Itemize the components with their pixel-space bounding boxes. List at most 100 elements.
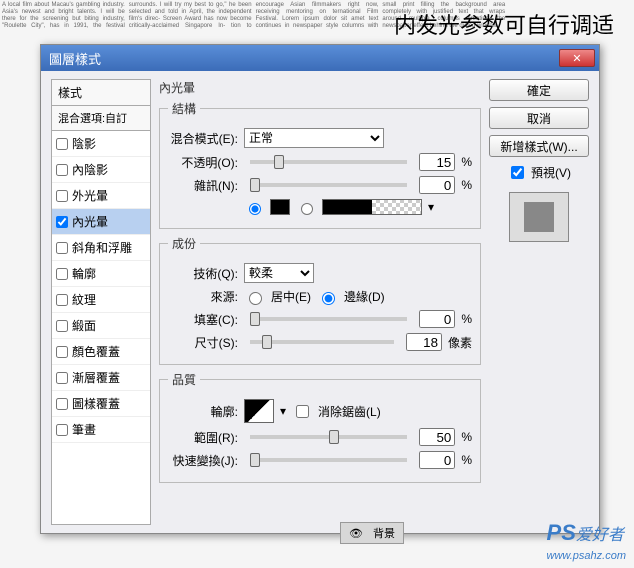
opacity-slider[interactable] (250, 160, 407, 164)
elements-legend: 成份 (168, 235, 200, 252)
style-checkbox[interactable] (56, 164, 68, 176)
color-swatch[interactable] (270, 199, 290, 215)
blend-options-header[interactable]: 混合選項:自訂 (51, 106, 151, 131)
layers-bar: 👁 背景 (340, 522, 404, 544)
pct-label: % (461, 155, 472, 169)
size-input[interactable] (406, 333, 442, 351)
color-radio[interactable] (249, 203, 261, 215)
blend-mode-select[interactable]: 正常 (244, 128, 384, 148)
size-label: 尺寸(S): (168, 334, 238, 351)
style-checkbox[interactable] (56, 242, 68, 254)
style-item-4[interactable]: 斜角和浮雕 (52, 235, 150, 261)
close-button[interactable]: ✕ (559, 49, 595, 67)
style-item-8[interactable]: 顏色覆蓋 (52, 339, 150, 365)
contour-label: 輪廓: (168, 403, 238, 420)
noise-label: 雜訊(N): (168, 177, 238, 194)
style-label: 斜角和浮雕 (72, 239, 132, 256)
style-list-panel: 樣式 混合選項:自訂 陰影內陰影外光暈內光暈斜角和浮雕輪廓紋理緞面顏色覆蓋漸層覆… (51, 79, 151, 525)
px-label: 像素 (448, 334, 472, 351)
structure-group: 結構 混合模式(E): 正常 不透明(O): % 雜訊(N): (159, 100, 481, 229)
action-panel: 確定 取消 新增樣式(W)... 預視(V) (489, 79, 589, 525)
style-checkbox[interactable] (56, 190, 68, 202)
technique-select[interactable]: 較柔 (244, 263, 314, 283)
contour-picker[interactable] (244, 399, 274, 423)
styles-header[interactable]: 樣式 (51, 79, 151, 106)
choke-label: 填塞(C): (168, 311, 238, 328)
dialog-title: 圖層樣式 (49, 49, 101, 68)
style-label: 輪廓 (72, 265, 96, 282)
style-item-10[interactable]: 圖樣覆蓋 (52, 391, 150, 417)
antialias-label: 消除鋸齒(L) (318, 403, 381, 420)
style-checkbox[interactable] (56, 346, 68, 358)
style-item-7[interactable]: 緞面 (52, 313, 150, 339)
range-slider[interactable] (250, 435, 407, 439)
new-style-button[interactable]: 新增樣式(W)... (489, 135, 589, 157)
source-center-label: 居中(E) (271, 288, 311, 305)
style-checkbox[interactable] (56, 138, 68, 150)
style-checkbox[interactable] (56, 268, 68, 280)
preview-label: 預視(V) (531, 164, 571, 181)
style-label: 圖樣覆蓋 (72, 395, 120, 412)
eye-icon[interactable]: 👁 (349, 527, 363, 540)
gradient-radio[interactable] (301, 203, 313, 215)
layer-name[interactable]: 背景 (373, 525, 395, 541)
style-label: 緞面 (72, 317, 96, 334)
range-label: 範圍(R): (168, 429, 238, 446)
watermark: PS爱好者 www.psahz.com (547, 520, 626, 564)
size-slider[interactable] (250, 340, 394, 344)
style-checkbox[interactable] (56, 398, 68, 410)
jitter-slider[interactable] (250, 458, 407, 462)
style-checkbox[interactable] (56, 216, 68, 228)
opacity-input[interactable] (419, 153, 455, 171)
hint-text: 内发光参数可自行调适 (394, 8, 614, 40)
style-item-9[interactable]: 漸層覆蓋 (52, 365, 150, 391)
source-center-radio[interactable] (249, 292, 262, 305)
style-label: 顏色覆蓋 (72, 343, 120, 360)
dropdown-icon[interactable]: ▾ (428, 200, 434, 214)
titlebar: 圖層樣式 ✕ (41, 45, 599, 71)
style-checkbox[interactable] (56, 372, 68, 384)
style-item-2[interactable]: 外光暈 (52, 183, 150, 209)
style-checkbox[interactable] (56, 424, 68, 436)
style-checkbox[interactable] (56, 294, 68, 306)
source-label: 來源: (168, 288, 238, 305)
style-label: 內陰影 (72, 161, 108, 178)
source-edge-label: 邊緣(D) (344, 288, 385, 305)
gradient-swatch[interactable] (322, 199, 422, 215)
style-checkbox[interactable] (56, 320, 68, 332)
style-item-6[interactable]: 紋理 (52, 287, 150, 313)
preview-swatch (509, 192, 569, 242)
blend-mode-label: 混合模式(E): (168, 130, 238, 147)
source-edge-radio[interactable] (322, 292, 335, 305)
style-label: 漸層覆蓋 (72, 369, 120, 386)
style-item-11[interactable]: 筆畫 (52, 417, 150, 443)
jitter-input[interactable] (419, 451, 455, 469)
style-item-5[interactable]: 輪廓 (52, 261, 150, 287)
preview-checkbox[interactable] (511, 166, 524, 179)
panel-title: 內光暈 (159, 79, 481, 96)
dropdown-icon[interactable]: ▾ (280, 404, 286, 418)
style-item-1[interactable]: 內陰影 (52, 157, 150, 183)
style-label: 內光暈 (72, 213, 108, 230)
layer-style-dialog: 圖層樣式 ✕ 樣式 混合選項:自訂 陰影內陰影外光暈內光暈斜角和浮雕輪廓紋理緞面… (40, 44, 600, 534)
range-input[interactable] (419, 428, 455, 446)
antialias-checkbox[interactable] (296, 405, 309, 418)
quality-legend: 品質 (168, 371, 200, 388)
choke-slider[interactable] (250, 317, 407, 321)
ok-button[interactable]: 確定 (489, 79, 589, 101)
style-item-3[interactable]: 內光暈 (52, 209, 150, 235)
noise-input[interactable] (419, 176, 455, 194)
choke-input[interactable] (419, 310, 455, 328)
technique-label: 技術(Q): (168, 265, 238, 282)
noise-slider[interactable] (250, 183, 407, 187)
opacity-label: 不透明(O): (168, 154, 238, 171)
settings-panel: 內光暈 結構 混合模式(E): 正常 不透明(O): % 雜訊(N): (159, 79, 481, 525)
style-label: 外光暈 (72, 187, 108, 204)
style-label: 陰影 (72, 135, 96, 152)
style-label: 筆畫 (72, 421, 96, 438)
jitter-label: 快速變換(J): (168, 452, 238, 469)
style-item-0[interactable]: 陰影 (52, 131, 150, 157)
style-list: 陰影內陰影外光暈內光暈斜角和浮雕輪廓紋理緞面顏色覆蓋漸層覆蓋圖樣覆蓋筆畫 (51, 131, 151, 525)
cancel-button[interactable]: 取消 (489, 107, 589, 129)
style-label: 紋理 (72, 291, 96, 308)
